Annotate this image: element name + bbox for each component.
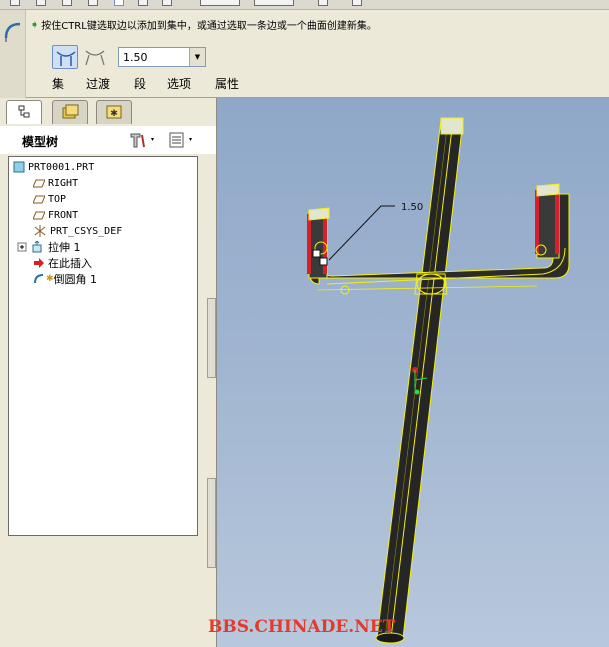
transition-mode-button[interactable] (82, 45, 108, 69)
toolbar-button[interactable] (352, 0, 362, 6)
tab-favorites[interactable]: ✱ (96, 100, 132, 124)
extrude-icon (32, 241, 42, 253)
toolbar-button[interactable] (88, 0, 98, 6)
set-mode-icon (56, 51, 76, 66)
tree-item-label: 倒圆角 1 (53, 273, 98, 286)
model-tree: PRT0001.PRT RIGHT TOP FRONT PRT_CSYS_DEF (8, 156, 198, 536)
datum-display-toggles[interactable] (200, 0, 240, 6)
status-message: 按住CTRL键选取边以添加到集中，或通过选取一条边或一个曲面创建新集。 (41, 20, 377, 32)
top-toolbar (0, 0, 609, 10)
expand-icon[interactable] (17, 242, 27, 252)
chevron-down-icon[interactable]: ▼ (189, 48, 205, 66)
navigator-panel: ✱ 模型树 PRT0001.PRT RIGHT TOP FRONT PRT_CS… (0, 98, 217, 647)
tree-item-label: PRT_CSYS_DEF (50, 225, 123, 237)
model-view: 1.50 (307, 117, 570, 644)
folder-browser-icon (62, 104, 79, 119)
tree-item-label: TOP (48, 193, 67, 205)
dimension-annotation: 1.50 (312, 202, 423, 266)
tree-item-right[interactable]: RIGHT (33, 175, 78, 191)
toolbar-button[interactable] (114, 0, 124, 6)
dimension-label: 1.50 (401, 202, 423, 213)
round-feature-icon (4, 22, 21, 42)
shaft-body (375, 117, 464, 644)
radius-value: 1.50 (123, 51, 148, 64)
tree-item-round[interactable]: ✱ 倒圆角 1 (33, 271, 97, 287)
tab-sets[interactable]: 集 (52, 75, 64, 92)
part-icon (13, 161, 25, 173)
model-tree-icon (18, 105, 30, 118)
datum-plane-icon (33, 179, 45, 187)
prompt-arrow-icon: ➧ (30, 17, 40, 31)
list-options-icon (169, 132, 192, 148)
tree-item-top[interactable]: TOP (33, 191, 66, 207)
tree-item-part[interactable]: PRT0001.PRT (13, 159, 94, 175)
dashboard-feature-icon-strip (0, 10, 26, 98)
new-feature-star-icon: ✱ (46, 274, 54, 284)
tree-item-label: 在此插入 (48, 257, 92, 270)
toolbar-button[interactable] (36, 0, 46, 6)
tree-item-front[interactable]: FRONT (33, 207, 78, 223)
tree-item-label: RIGHT (48, 177, 79, 189)
tab-properties[interactable]: 属性 (215, 75, 239, 92)
navigator-tabs: ✱ (4, 100, 214, 124)
toolbar-button[interactable] (162, 0, 172, 6)
tools-icon (130, 133, 154, 148)
graphics-window[interactable]: 1.50 (217, 98, 609, 647)
insert-here-arrow-icon (34, 258, 44, 268)
tree-item-label: 拉伸 1 (48, 241, 81, 254)
tree-item-insert-here[interactable]: 在此插入 (33, 255, 92, 271)
svg-text:✱: ✱ (110, 109, 118, 119)
datum-plane-icon (33, 211, 45, 219)
show-dropdown-button[interactable] (168, 131, 198, 149)
model-tree-title: 模型树 (22, 135, 59, 149)
radius-input[interactable]: 1.50 ▼ (118, 47, 206, 67)
tab-model-tree[interactable] (6, 100, 42, 124)
tree-item-csys[interactable]: PRT_CSYS_DEF (33, 223, 122, 239)
tree-item-extrude[interactable]: 拉伸 1 (17, 239, 81, 255)
settings-dropdown-button[interactable] (128, 131, 158, 149)
tree-item-label: FRONT (48, 209, 79, 221)
favorites-icon: ✱ (106, 105, 122, 119)
tab-pieces[interactable]: 段 (134, 75, 146, 92)
watermark: BBS.CHINADE.NET (208, 617, 396, 637)
message-line: ➧ 按住CTRL键选取边以添加到集中，或通过选取一条边或一个曲面创建新集。 (30, 16, 377, 32)
model-tree-header: 模型树 (0, 126, 216, 154)
sash-handle[interactable] (207, 298, 216, 378)
tree-item-label: PRT0001.PRT (28, 161, 95, 173)
tab-folder-browser[interactable] (52, 100, 88, 124)
toolbar-button[interactable] (138, 0, 148, 6)
set-mode-button[interactable] (52, 45, 78, 69)
datum-plane-icon (33, 195, 45, 203)
round-dashboard: ➧ 按住CTRL键选取边以添加到集中，或通过选取一条边或一个曲面创建新集。 1.… (0, 10, 609, 98)
tab-transitions[interactable]: 过渡 (86, 75, 110, 92)
datum-display-toggles[interactable] (254, 0, 294, 6)
sash-handle[interactable] (207, 478, 216, 568)
transition-mode-icon (85, 50, 105, 66)
csys-icon (34, 225, 46, 237)
toolbar-button[interactable] (10, 0, 20, 6)
tab-options[interactable]: 选项 (167, 75, 191, 92)
toolbar-button[interactable] (62, 0, 72, 6)
toolbar-button[interactable] (318, 0, 328, 6)
round-icon (34, 274, 44, 284)
